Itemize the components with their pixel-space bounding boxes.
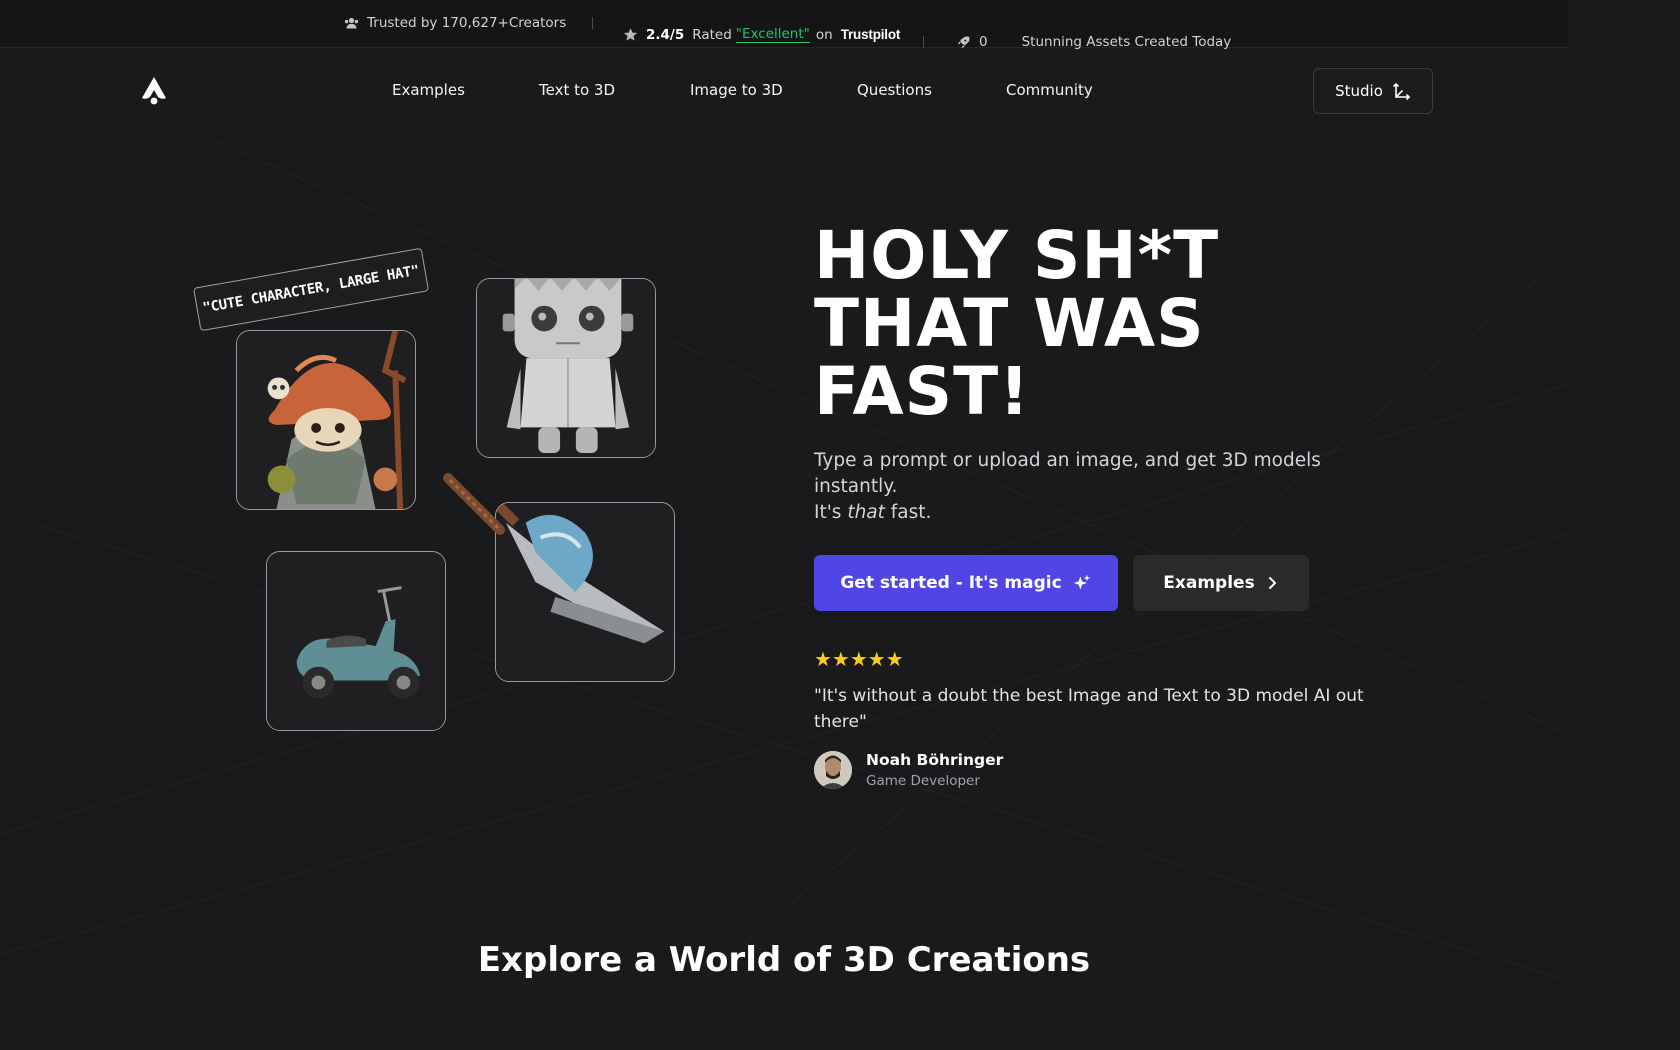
hero-title-line: HOLY SH*T — [814, 217, 1220, 294]
hero-title: HOLY SH*T THAT WAS FAST! — [814, 222, 1434, 426]
trustpilot-rating[interactable]: 2.4/5 Rated "Excellent" on Trustpilot — [623, 26, 900, 43]
hero-title-line: FAST! — [814, 353, 1031, 430]
author-name: Noah Böhringer — [866, 751, 1004, 769]
nav-link-examples[interactable]: Examples — [392, 81, 465, 99]
announcement-bar: Trusted by 170,627+Creators 2.4/5 Rated … — [0, 0, 1568, 50]
rating-value: 2.4/5 — [646, 26, 685, 43]
chevron-right-icon — [1268, 577, 1276, 589]
frankenstein-figure-image — [477, 279, 655, 457]
get-started-label: Get started - It's magic — [840, 573, 1062, 593]
examples-label: Examples — [1163, 573, 1255, 593]
scooter-image — [267, 552, 445, 730]
main-nav: Examples Text to 3D Image to 3D Question… — [0, 48, 1568, 134]
trustpilot-logo: Trustpilot — [840, 27, 901, 42]
star-icon — [623, 28, 638, 41]
prompt-tag: "CUTE CHARACTER, LARGE HAT" — [193, 247, 430, 332]
testimonial-quote: "It's without a doubt the best Image and… — [814, 686, 1364, 732]
users-icon — [344, 17, 359, 29]
showcase-card-frankenstein — [476, 278, 656, 458]
showcase-card-sword — [495, 502, 675, 682]
hero-subtitle-line2: It's that fast. — [814, 502, 932, 523]
showcase-card-wizard — [236, 330, 416, 510]
sword-handle-image — [443, 473, 505, 535]
wizard-character-image — [237, 331, 415, 509]
avatar — [814, 751, 852, 789]
axis-3d-icon — [1393, 83, 1410, 100]
nav-link-text-to-3d[interactable]: Text to 3D — [539, 81, 615, 99]
author-role: Game Developer — [866, 773, 980, 789]
rating-stars: ★★★★★ — [814, 647, 904, 671]
trusted-text: Trusted by 170,627+Creators — [367, 15, 567, 31]
rated-label: Rated — [692, 26, 732, 43]
divider — [923, 36, 924, 48]
nav-link-questions[interactable]: Questions — [857, 81, 932, 99]
rated-quality: "Excellent" — [735, 26, 810, 43]
sword-image — [496, 503, 674, 681]
rated-on: on — [815, 26, 833, 43]
sparkles-icon — [1073, 574, 1090, 590]
divider — [592, 17, 593, 29]
trusted-by: Trusted by 170,627+Creators — [344, 15, 566, 31]
hero-subtitle: Type a prompt or upload an image, and ge… — [814, 448, 1374, 526]
studio-button[interactable]: Studio — [1313, 68, 1433, 114]
hero-subtitle-line1: Type a prompt or upload an image, and ge… — [814, 450, 1321, 497]
nav-link-image-to-3d[interactable]: Image to 3D — [690, 81, 783, 99]
showcase-card-scooter — [266, 551, 446, 731]
get-started-button[interactable]: Get started - It's magic — [814, 555, 1118, 611]
nav-link-community[interactable]: Community — [1006, 81, 1093, 99]
hero-title-line: THAT WAS — [814, 285, 1205, 362]
studio-label: Studio — [1335, 82, 1383, 100]
avatar-image — [814, 751, 852, 789]
examples-button[interactable]: Examples — [1133, 555, 1309, 611]
section-title: Explore a World of 3D Creations — [477, 940, 1091, 980]
